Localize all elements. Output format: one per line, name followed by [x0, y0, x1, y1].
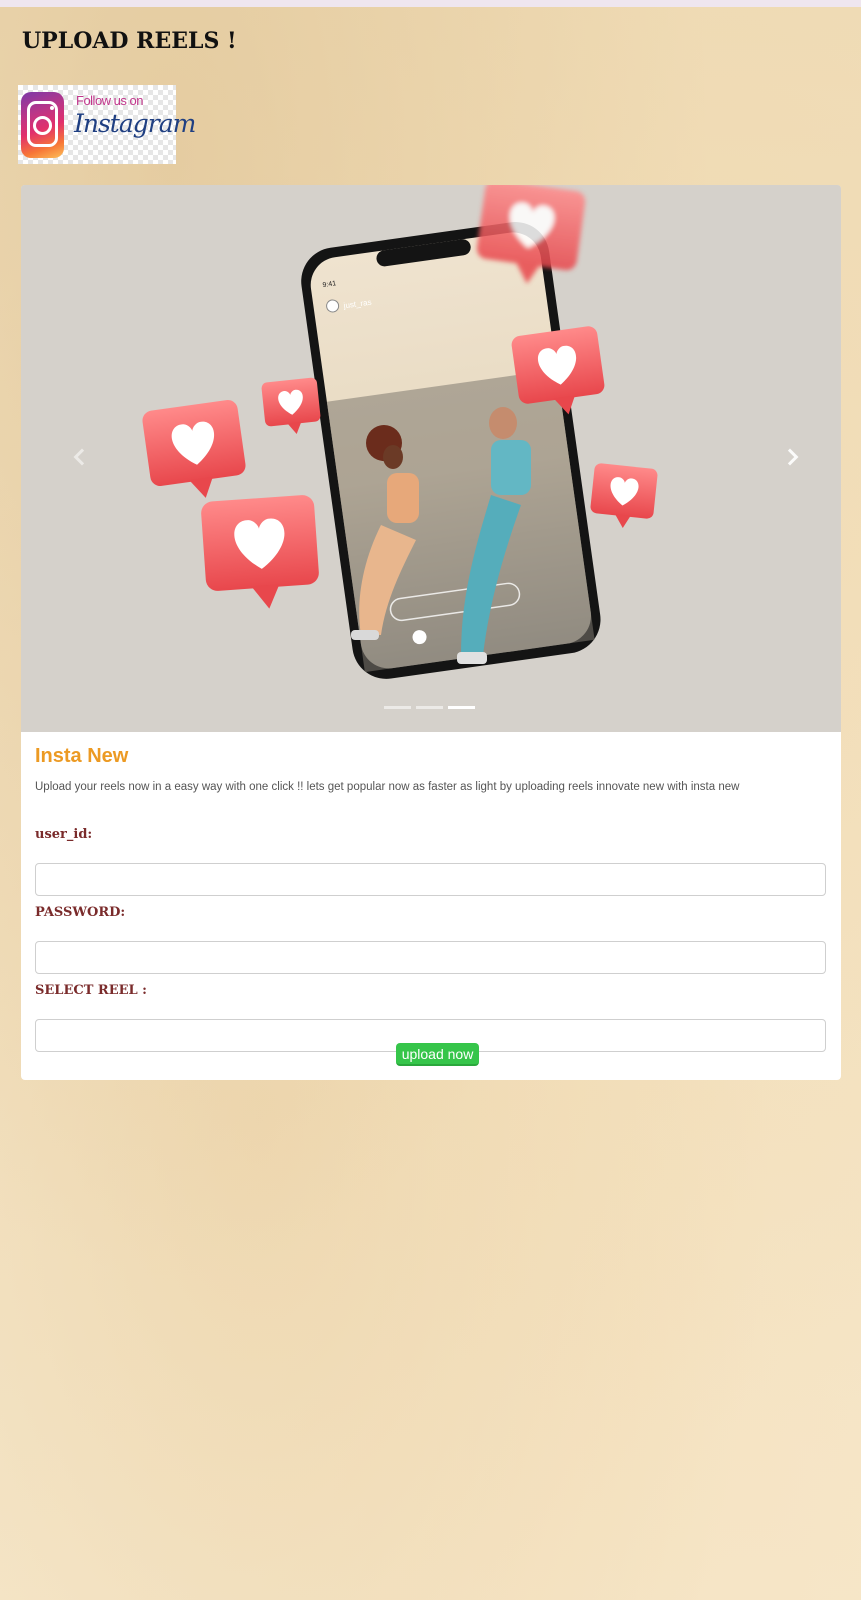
- upload-card: just_ras 9:41 Insta New Upload your reel…: [21, 185, 841, 1080]
- select-reel-label: SELECT REEL :: [35, 983, 147, 998]
- password-input[interactable]: [35, 941, 826, 974]
- browser-top-bar: [0, 0, 861, 7]
- password-label: PASSWORD:: [35, 905, 126, 920]
- user-id-label: user_id:: [35, 827, 93, 842]
- page-title: UPLOAD REELS !: [22, 28, 237, 54]
- carousel-indicators: [384, 706, 484, 712]
- chevron-right-icon: [781, 448, 799, 466]
- user-id-input[interactable]: [35, 863, 826, 896]
- carousel-indicator-1[interactable]: [384, 706, 411, 709]
- carousel-indicator-3[interactable]: [448, 706, 475, 709]
- badge-follow-text: Follow us on: [76, 93, 143, 108]
- instagram-icon: [21, 92, 64, 158]
- card-title: Insta New: [35, 745, 129, 767]
- follow-instagram-badge[interactable]: Follow us on Instagram: [18, 85, 196, 164]
- badge-brand-text: Instagram: [74, 109, 196, 138]
- carousel-slide-image: just_ras 9:41: [21, 185, 841, 732]
- upload-now-button[interactable]: upload now: [396, 1043, 479, 1066]
- reels-carousel[interactable]: just_ras 9:41: [21, 185, 841, 732]
- carousel-indicator-2[interactable]: [416, 706, 443, 709]
- carousel-next-button[interactable]: [779, 443, 809, 473]
- chevron-left-icon: [73, 448, 91, 466]
- card-description: Upload your reels now in a easy way with…: [35, 781, 740, 793]
- carousel-prev-button[interactable]: [66, 443, 96, 473]
